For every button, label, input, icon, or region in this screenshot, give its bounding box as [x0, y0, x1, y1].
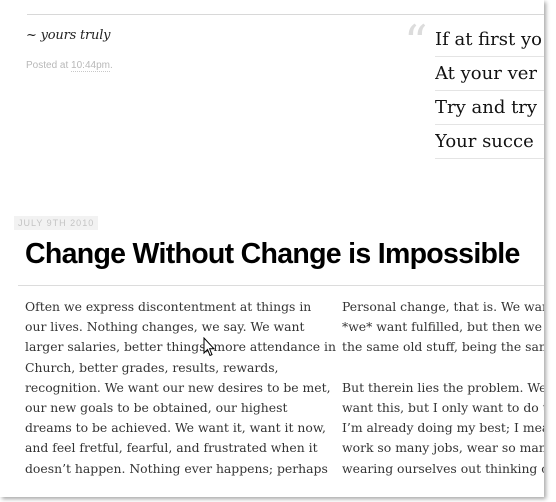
body-line: But therein lies the problem. We: [342, 379, 544, 395]
title-divider: [18, 285, 544, 286]
body-line: and feel fretful, fearful, and frustrate…: [25, 440, 318, 456]
body-line: larger salaries, better things, more att…: [25, 339, 336, 355]
body-line: the same old stuff, being the sam: [342, 339, 544, 355]
blockquote: If at first yo At your ver Try and try Y…: [435, 23, 544, 159]
quote-mark-icon: “: [404, 15, 428, 69]
post-signature: ~ yours truly: [26, 28, 111, 43]
post-title-link[interactable]: Change Without Change is Impossible: [25, 238, 520, 271]
post-date-badge: JULY 9TH 2010: [14, 216, 99, 230]
body-line: dreams to be achieved. We want it, want …: [25, 420, 326, 436]
body-line: want this, but I only want to do t: [342, 399, 544, 415]
body-line: recognition. We want our new desires to …: [25, 379, 331, 395]
body-line: Often we express discontentment at thing…: [25, 299, 312, 314]
quote-line: If at first yo: [435, 23, 544, 57]
quote-line: Try and try: [435, 91, 544, 125]
body-line: Personal change, that is. We wan: [342, 299, 544, 314]
post-body-right-column: Personal change, that is. We wan *we* wa…: [342, 297, 544, 479]
quote-line: Your succe: [435, 125, 544, 159]
body-line: *we* want fulfilled, but then we: [342, 319, 542, 335]
posted-prefix: Posted at: [26, 60, 69, 71]
quote-line: At your ver: [435, 57, 544, 91]
mouse-cursor-icon: [203, 337, 215, 357]
body-line: wearing ourselves out thinking o: [342, 460, 544, 476]
browser-viewport: ~ yours truly Posted at 10:44pm. “ If at…: [0, 0, 544, 497]
body-line: work so many jobs, wear so man: [342, 440, 544, 456]
body-line: doesn’t happen. Nothing ever happens; pe…: [25, 460, 328, 476]
body-line: our new goals to be obtained, our highes…: [25, 399, 288, 415]
body-line: Church, better grades, results, rewards,: [25, 359, 279, 375]
posted-time-link[interactable]: 10:44pm: [71, 60, 110, 72]
body-line: our lives. Nothing changes, we say. We w…: [25, 319, 305, 335]
posted-at: Posted at 10:44pm.: [26, 60, 113, 72]
post-body-left-column: Often we express discontentment at thing…: [25, 297, 336, 479]
top-divider: [27, 14, 544, 15]
posted-suffix: .: [109, 60, 113, 71]
body-line: I’m already doing my best; I mean: [342, 420, 544, 436]
